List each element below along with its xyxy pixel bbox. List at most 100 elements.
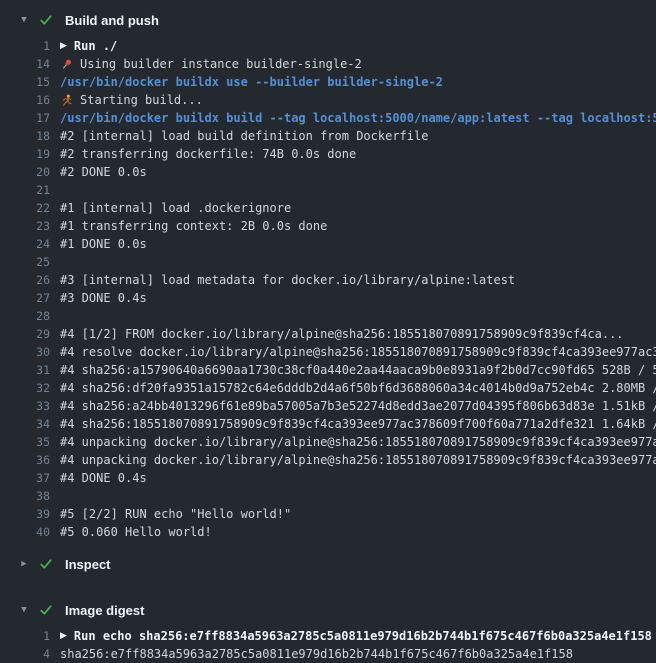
line-number[interactable]: 14 <box>0 55 50 73</box>
line-text <box>60 487 656 505</box>
line-number[interactable]: 28 <box>0 307 50 325</box>
line-number[interactable]: 25 <box>0 253 50 271</box>
section-header[interactable]: ▼ Image digest <box>0 599 656 621</box>
chevron-icon[interactable]: ▶ <box>12 553 36 575</box>
log-line: 40 #5 0.060 Hello world! <box>0 523 656 541</box>
line-text: #1 transferring context: 2B 0.0s done <box>60 217 656 235</box>
line-number[interactable]: 24 <box>0 235 50 253</box>
log-line: 39 #5 [2/2] RUN echo "Hello world!" <box>0 505 656 523</box>
log-section: ▶ Inspect <box>0 541 656 575</box>
line-number[interactable]: 39 <box>0 505 50 523</box>
section-title: Inspect <box>63 557 111 572</box>
log-line: 29 #4 [1/2] FROM docker.io/library/alpin… <box>0 325 656 343</box>
line-text: #4 DONE 0.4s <box>60 469 656 487</box>
line-text: #2 [internal] load build definition from… <box>60 127 656 145</box>
line-text: #5 0.060 Hello world! <box>60 523 656 541</box>
section-gap <box>0 541 656 553</box>
log-line: 25 <box>0 253 656 271</box>
line-number[interactable]: 20 <box>0 163 50 181</box>
log-line: 35 #4 unpacking docker.io/library/alpine… <box>0 433 656 451</box>
line-text: #4 [1/2] FROM docker.io/library/alpine@s… <box>60 325 656 343</box>
log-line: 1 ▶Run ./ <box>0 37 656 55</box>
line-number[interactable]: 21 <box>0 181 50 199</box>
line-text: sha256:e7ff8834a5963a2785c5a0811e979d16b… <box>60 645 656 663</box>
play-icon[interactable]: ▶ <box>60 627 67 645</box>
line-number[interactable]: 35 <box>0 433 50 451</box>
line-text: #4 sha256:185518070891758909c9f839cf4ca3… <box>60 415 656 433</box>
log-line: 31 #4 sha256:a15790640a6690aa1730c38cf0a… <box>0 361 656 379</box>
line-number[interactable]: 16 <box>0 91 50 109</box>
line-text: Starting build... <box>60 91 656 109</box>
line-number[interactable]: 26 <box>0 271 50 289</box>
line-text <box>60 181 656 199</box>
log-line: 4 sha256:e7ff8834a5963a2785c5a0811e979d1… <box>0 645 656 663</box>
line-number[interactable]: 17 <box>0 109 50 127</box>
line-number[interactable]: 30 <box>0 343 50 361</box>
line-number[interactable]: 27 <box>0 289 50 307</box>
check-icon <box>36 13 63 27</box>
line-number[interactable]: 34 <box>0 415 50 433</box>
line-number[interactable]: 37 <box>0 469 50 487</box>
log-section: ▼ Build and push 1 ▶Run ./ 14 Using buil… <box>0 9 656 541</box>
line-number[interactable]: 33 <box>0 397 50 415</box>
section-header[interactable]: ▶ Inspect <box>0 553 656 575</box>
log-lines: 1 ▶Run ./ 14 Using builder instance buil… <box>0 37 656 541</box>
section-title: Image digest <box>63 603 144 618</box>
line-number[interactable]: 38 <box>0 487 50 505</box>
log-line: 15 /usr/bin/docker buildx use --builder … <box>0 73 656 91</box>
line-text: #1 DONE 0.0s <box>60 235 656 253</box>
line-number[interactable]: 23 <box>0 217 50 235</box>
line-text: #4 unpacking docker.io/library/alpine@sh… <box>60 433 656 451</box>
log-line: 36 #4 unpacking docker.io/library/alpine… <box>0 451 656 469</box>
runner-icon <box>60 94 73 107</box>
line-number[interactable]: 1 <box>0 37 50 55</box>
log-line: 27 #3 DONE 0.4s <box>0 289 656 307</box>
line-number[interactable]: 15 <box>0 73 50 91</box>
line-text: #3 [internal] load metadata for docker.i… <box>60 271 656 289</box>
line-text: #2 DONE 0.0s <box>60 163 656 181</box>
log-line: 14 Using builder instance builder-single… <box>0 55 656 73</box>
line-text: ▶Run echo sha256:e7ff8834a5963a2785c5a08… <box>60 627 656 645</box>
log-line: 16 Starting build... <box>0 91 656 109</box>
log-line: 28 <box>0 307 656 325</box>
log-line: 30 #4 resolve docker.io/library/alpine@s… <box>0 343 656 361</box>
line-number[interactable]: 22 <box>0 199 50 217</box>
line-number[interactable]: 1 <box>0 627 50 645</box>
line-text: #2 transferring dockerfile: 74B 0.0s don… <box>60 145 656 163</box>
chevron-icon[interactable]: ▼ <box>12 9 36 31</box>
workflow-log-viewer: ▼ Build and push 1 ▶Run ./ 14 Using buil… <box>0 0 656 663</box>
log-line: 17 /usr/bin/docker buildx build --tag lo… <box>0 109 656 127</box>
line-number[interactable]: 36 <box>0 451 50 469</box>
section-header[interactable]: ▼ Build and push <box>0 9 656 31</box>
log-line: 24 #1 DONE 0.0s <box>0 235 656 253</box>
line-text: #4 sha256:a24bb4013296f61e89ba57005a7b3e… <box>60 397 656 415</box>
line-number[interactable]: 19 <box>0 145 50 163</box>
log-line: 1 ▶Run echo sha256:e7ff8834a5963a2785c5a… <box>0 627 656 645</box>
line-number[interactable]: 4 <box>0 645 50 663</box>
pushpin-icon <box>60 58 73 71</box>
line-number[interactable]: 31 <box>0 361 50 379</box>
check-icon <box>36 557 63 571</box>
line-text: ▶Run ./ <box>60 37 656 55</box>
line-text <box>60 253 656 271</box>
line-number[interactable]: 40 <box>0 523 50 541</box>
line-text: #4 sha256:a15790640a6690aa1730c38cf0a440… <box>60 361 656 379</box>
line-number[interactable]: 32 <box>0 379 50 397</box>
play-icon[interactable]: ▶ <box>60 37 67 55</box>
section-gap <box>0 575 656 599</box>
check-icon <box>36 603 63 617</box>
line-number[interactable]: 29 <box>0 325 50 343</box>
line-text: #4 unpacking docker.io/library/alpine@sh… <box>60 451 656 469</box>
chevron-icon[interactable]: ▼ <box>12 599 36 621</box>
log-line: 33 #4 sha256:a24bb4013296f61e89ba57005a7… <box>0 397 656 415</box>
log-line: 23 #1 transferring context: 2B 0.0s done <box>0 217 656 235</box>
log-line: 21 <box>0 181 656 199</box>
log-line: 38 <box>0 487 656 505</box>
log-line: 18 #2 [internal] load build definition f… <box>0 127 656 145</box>
line-number[interactable]: 18 <box>0 127 50 145</box>
log-line: 26 #3 [internal] load metadata for docke… <box>0 271 656 289</box>
line-text: #5 [2/2] RUN echo "Hello world!" <box>60 505 656 523</box>
line-text: Using builder instance builder-single-2 <box>60 55 656 73</box>
log-section: ▼ Image digest 1 ▶Run echo sha256:e7ff88… <box>0 575 656 663</box>
log-line: 19 #2 transferring dockerfile: 74B 0.0s … <box>0 145 656 163</box>
